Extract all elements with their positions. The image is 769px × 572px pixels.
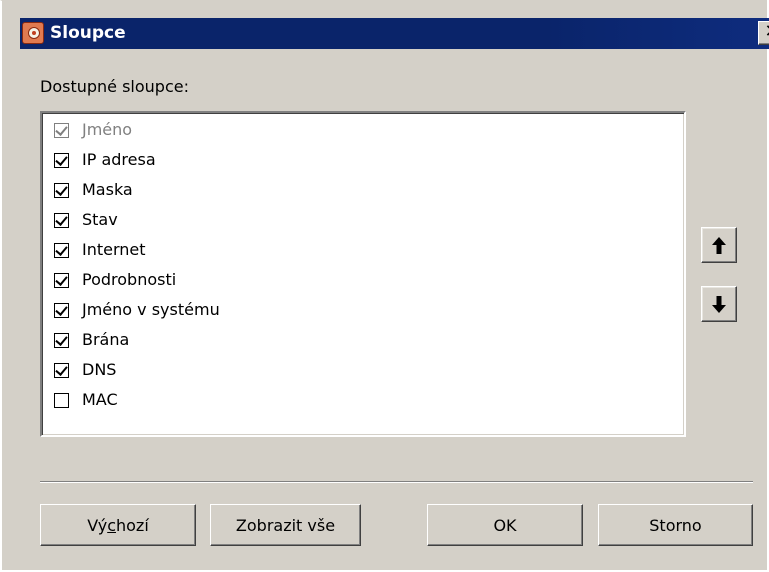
list-item-label: Brána xyxy=(82,330,130,349)
list-item-label: Jméno v systému xyxy=(82,300,220,319)
list-item-label: MAC xyxy=(82,390,118,409)
app-icon xyxy=(22,22,44,44)
default-button[interactable]: Výchozí xyxy=(40,504,196,546)
columns-dialog: Sloupce ✕ Dostupné sloupce: Jméno IP adr… xyxy=(0,0,769,570)
arrow-down-icon xyxy=(712,296,726,313)
checkbox[interactable] xyxy=(54,242,69,258)
list-item-gateway[interactable]: Brána xyxy=(54,327,129,353)
list-item-label: IP adresa xyxy=(82,150,156,169)
list-item-system-name[interactable]: Jméno v systému xyxy=(54,297,220,323)
list-item-dns[interactable]: DNS xyxy=(54,357,116,383)
list-item-label: Stav xyxy=(82,210,118,229)
move-up-button[interactable] xyxy=(701,227,737,263)
title-bar[interactable]: Sloupce ✕ xyxy=(20,18,769,49)
list-item-label: Podrobnosti xyxy=(82,270,177,289)
list-item-internet[interactable]: Internet xyxy=(54,237,146,263)
checkbox[interactable] xyxy=(54,122,69,138)
checkbox[interactable] xyxy=(54,212,69,228)
available-columns-label: Dostupné sloupce: xyxy=(40,77,189,96)
close-icon: ✕ xyxy=(764,21,769,42)
list-item-ip-address[interactable]: IP adresa xyxy=(54,147,156,173)
show-all-button[interactable]: Zobrazit vše xyxy=(210,504,361,546)
checkbox[interactable] xyxy=(54,182,69,198)
list-item-name[interactable]: Jméno xyxy=(54,117,132,143)
checkbox[interactable] xyxy=(54,332,69,348)
close-button[interactable]: ✕ xyxy=(758,21,769,45)
checkbox[interactable] xyxy=(54,362,69,378)
arrow-up-icon xyxy=(712,237,726,254)
ok-button[interactable]: OK xyxy=(427,504,583,546)
list-item-details[interactable]: Podrobnosti xyxy=(54,267,176,293)
list-item-label: Jméno xyxy=(82,120,133,139)
checkbox[interactable] xyxy=(54,272,69,288)
columns-listbox[interactable]: Jméno IP adresa Maska Stav Internet Podr… xyxy=(40,111,686,437)
list-item-mac[interactable]: MAC xyxy=(54,387,118,413)
checkbox[interactable] xyxy=(54,152,69,168)
list-item-label: Internet xyxy=(82,240,146,259)
window-title: Sloupce xyxy=(50,23,126,43)
cancel-button[interactable]: Storno xyxy=(598,504,753,546)
checkbox[interactable] xyxy=(54,302,69,318)
list-item-mask[interactable]: Maska xyxy=(54,177,133,203)
list-item-label: DNS xyxy=(82,360,117,379)
list-item-status[interactable]: Stav xyxy=(54,207,118,233)
separator xyxy=(40,481,753,483)
default-button-label: Výchozí xyxy=(87,515,149,535)
list-item-label: Maska xyxy=(82,180,133,199)
checkbox[interactable] xyxy=(54,392,69,408)
move-down-button[interactable] xyxy=(701,286,737,322)
